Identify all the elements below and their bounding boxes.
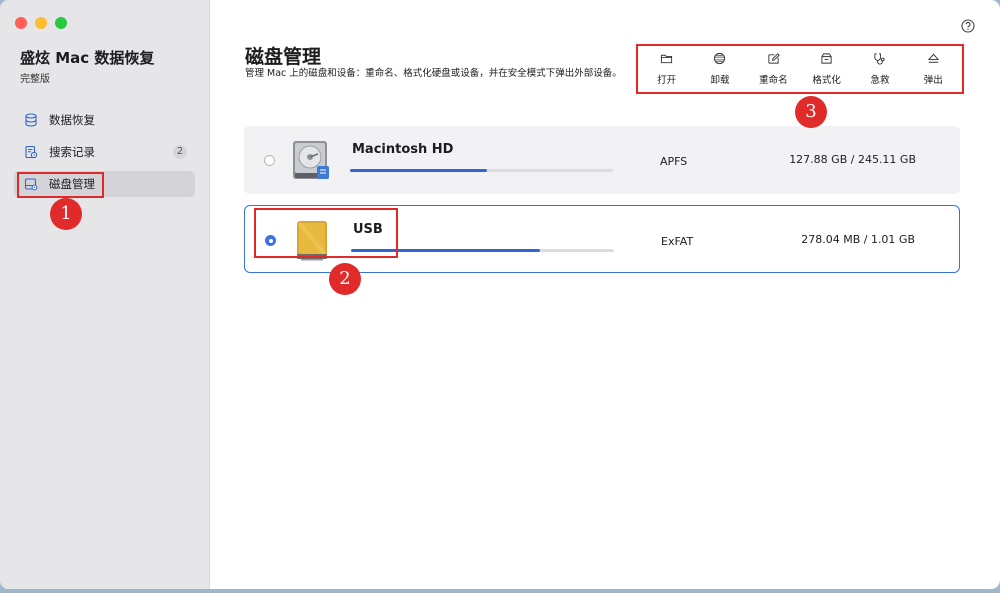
disk-size: 278.04 MB / 1.01 GB [801,233,915,246]
annotation-box-1 [17,172,104,198]
annotation-number-1: 1 [50,198,82,230]
sidebar-item-label: 数据恢复 [49,113,95,127]
app-title: 盛炫 Mac 数据恢复 [20,49,155,67]
window-controls [15,17,67,29]
count-badge: 2 [173,145,187,159]
disk-usage-bar [350,169,613,172]
sidebar: 盛炫 Mac 数据恢复 完整版 数据恢复 搜索记录 2 磁盘管理 [0,0,210,589]
sidebar-item-data-recovery[interactable]: 数据恢复 [14,107,195,133]
disk-filesystem: APFS [660,155,688,168]
search-history-icon [24,145,38,159]
sidebar-item-label: 搜索记录 [49,145,95,159]
disk-filesystem: ExFAT [661,235,694,248]
page-title: 磁盘管理 [245,46,322,68]
disk-size: 127.88 GB / 245.11 GB [789,153,916,166]
disk-usage-fill [350,169,487,172]
disk-name: Macintosh HD [352,142,454,157]
help-icon[interactable] [961,18,975,33]
disk-row-macintosh-hd[interactable]: Macintosh HD APFS 127.88 GB / 245.11 GB [244,126,960,194]
app-window: 盛炫 Mac 数据恢复 完整版 数据恢复 搜索记录 2 磁盘管理 磁盘管理 管理… [0,0,1000,589]
desktop-background [0,589,1000,593]
app-edition: 完整版 [20,74,50,85]
annotation-box-3 [636,44,964,94]
page-description: 管理 Mac 上的磁盘和设备：重命名、格式化硬盘或设备，并在安全模式下弹出外部设… [245,68,622,79]
annotation-number-2: 2 [329,263,361,295]
internal-disk-icon [293,141,329,179]
database-icon [24,113,38,127]
disk-select-radio[interactable] [264,155,275,166]
annotation-box-2 [254,208,398,258]
annotation-number-3: 3 [795,96,827,128]
sidebar-item-search-history[interactable]: 搜索记录 2 [14,139,195,165]
close-window-button[interactable] [15,17,27,29]
zoom-window-button[interactable] [55,17,67,29]
minimize-window-button[interactable] [35,17,47,29]
